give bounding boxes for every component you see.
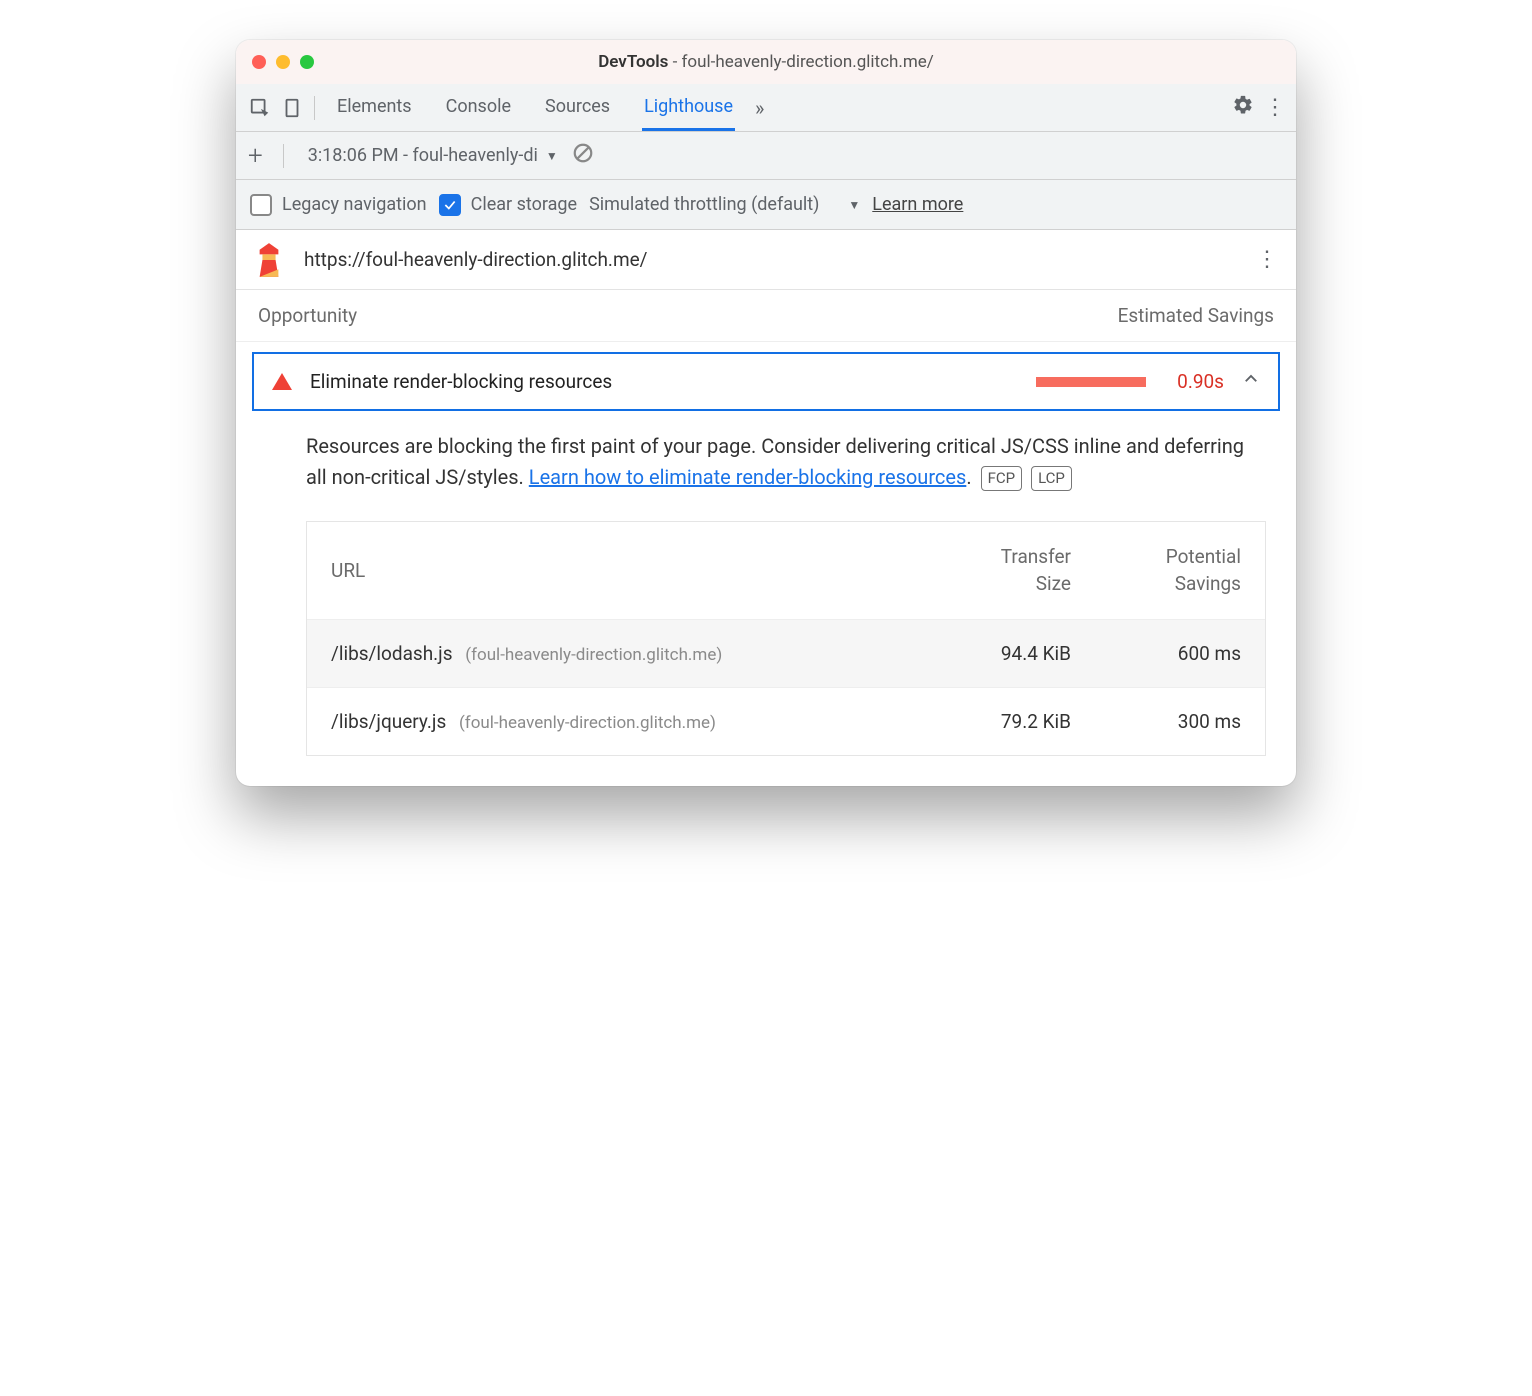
clear-storage-checkbox[interactable] [439,194,461,216]
chevron-up-icon[interactable] [1242,370,1260,393]
throttling-dropdown[interactable]: Simulated throttling (default) ▼ [589,194,860,215]
report-url-bar: https://foul-heavenly-direction.glitch.m… [236,230,1296,290]
col-header-savings: Potential Savings [1071,544,1241,597]
clear-storage-option[interactable]: Clear storage [439,194,577,216]
tab-console[interactable]: Console [444,84,513,131]
opportunity-header-left: Opportunity [258,304,357,327]
window-title: DevTools - foul-heavenly-direction.glitc… [252,52,1280,72]
lighthouse-icon [254,243,284,277]
opportunity-header-right: Estimated Savings [1118,304,1274,327]
lighthouse-toolbar: + 3:18:06 PM - foul-heavenly-di ▼ [236,132,1296,180]
desc-learn-link[interactable]: Learn how to eliminate render-blocking r… [529,465,967,489]
panel-tab-bar: Elements Console Sources Lighthouse » ⋮ [236,84,1296,132]
caret-down-icon: ▼ [546,149,558,163]
minimize-window-button[interactable] [276,55,290,69]
opportunity-header: Opportunity Estimated Savings [236,290,1296,342]
caret-down-icon: ▼ [848,198,860,212]
device-toolbar-icon[interactable] [276,92,308,124]
report-dropdown-label: 3:18:06 PM - foul-heavenly-di [308,145,538,166]
close-window-button[interactable] [252,55,266,69]
report-menu-icon[interactable]: ⋮ [1256,247,1278,272]
resource-size: 94.4 KiB [901,642,1071,665]
window-title-target: foul-heavenly-direction.glitch.me/ [682,52,934,72]
savings-bar [1036,377,1146,387]
audit-title: Eliminate render-blocking resources [310,370,612,393]
traffic-lights [252,55,314,69]
zoom-window-button[interactable] [300,55,314,69]
resource-url: /libs/lodash.js (foul-heavenly-direction… [331,642,901,665]
separator [314,96,315,120]
col-header-size: Transfer Size [901,544,1071,597]
resource-size: 79.2 KiB [901,710,1071,733]
window-title-prefix: DevTools [598,52,668,72]
tab-lighthouse[interactable]: Lighthouse [642,84,735,131]
titlebar: DevTools - foul-heavenly-direction.glitc… [236,40,1296,84]
devtools-window: DevTools - foul-heavenly-direction.glitc… [236,40,1296,786]
inspect-element-icon[interactable] [244,92,276,124]
learn-more-link[interactable]: Learn more [872,194,963,215]
audit-savings-value: 0.90s [1164,370,1224,393]
more-menu-icon[interactable]: ⋮ [1264,95,1286,120]
legacy-navigation-option[interactable]: Legacy navigation [250,194,427,216]
clear-icon[interactable] [572,142,594,169]
lighthouse-options: Legacy navigation Clear storage Simulate… [236,180,1296,230]
page-url: https://foul-heavenly-direction.glitch.m… [304,248,648,271]
table-header-row: URL Transfer Size Potential Savings [307,522,1265,619]
resources-table: URL Transfer Size Potential Savings /lib… [306,521,1266,756]
resource-savings: 600 ms [1071,642,1241,665]
separator [283,144,284,168]
tab-elements[interactable]: Elements [335,84,414,131]
audit-description: Resources are blocking the first paint o… [236,411,1296,493]
table-row[interactable]: /libs/lodash.js (foul-heavenly-direction… [307,619,1265,687]
table-row[interactable]: /libs/jquery.js (foul-heavenly-direction… [307,687,1265,755]
tabs-overflow-icon[interactable]: » [755,96,764,120]
metric-tag-lcp: LCP [1031,466,1072,491]
throttling-label: Simulated throttling (default) [589,194,819,215]
fail-triangle-icon [272,373,292,390]
clear-storage-label: Clear storage [471,194,577,215]
settings-gear-icon[interactable] [1232,94,1254,122]
resource-savings: 300 ms [1071,710,1241,733]
resource-url: /libs/jquery.js (foul-heavenly-direction… [331,710,901,733]
desc-text-after: . [966,465,971,489]
metric-tag-fcp: FCP [981,466,1023,491]
new-report-button[interactable]: + [248,141,263,171]
legacy-navigation-label: Legacy navigation [282,194,427,215]
report-dropdown[interactable]: 3:18:06 PM - foul-heavenly-di ▼ [308,145,558,166]
legacy-navigation-checkbox[interactable] [250,194,272,216]
panel-tabs: Elements Console Sources Lighthouse [335,84,735,131]
col-header-url: URL [331,559,901,582]
audit-render-blocking[interactable]: Eliminate render-blocking resources 0.90… [252,352,1280,411]
tab-sources[interactable]: Sources [543,84,612,131]
